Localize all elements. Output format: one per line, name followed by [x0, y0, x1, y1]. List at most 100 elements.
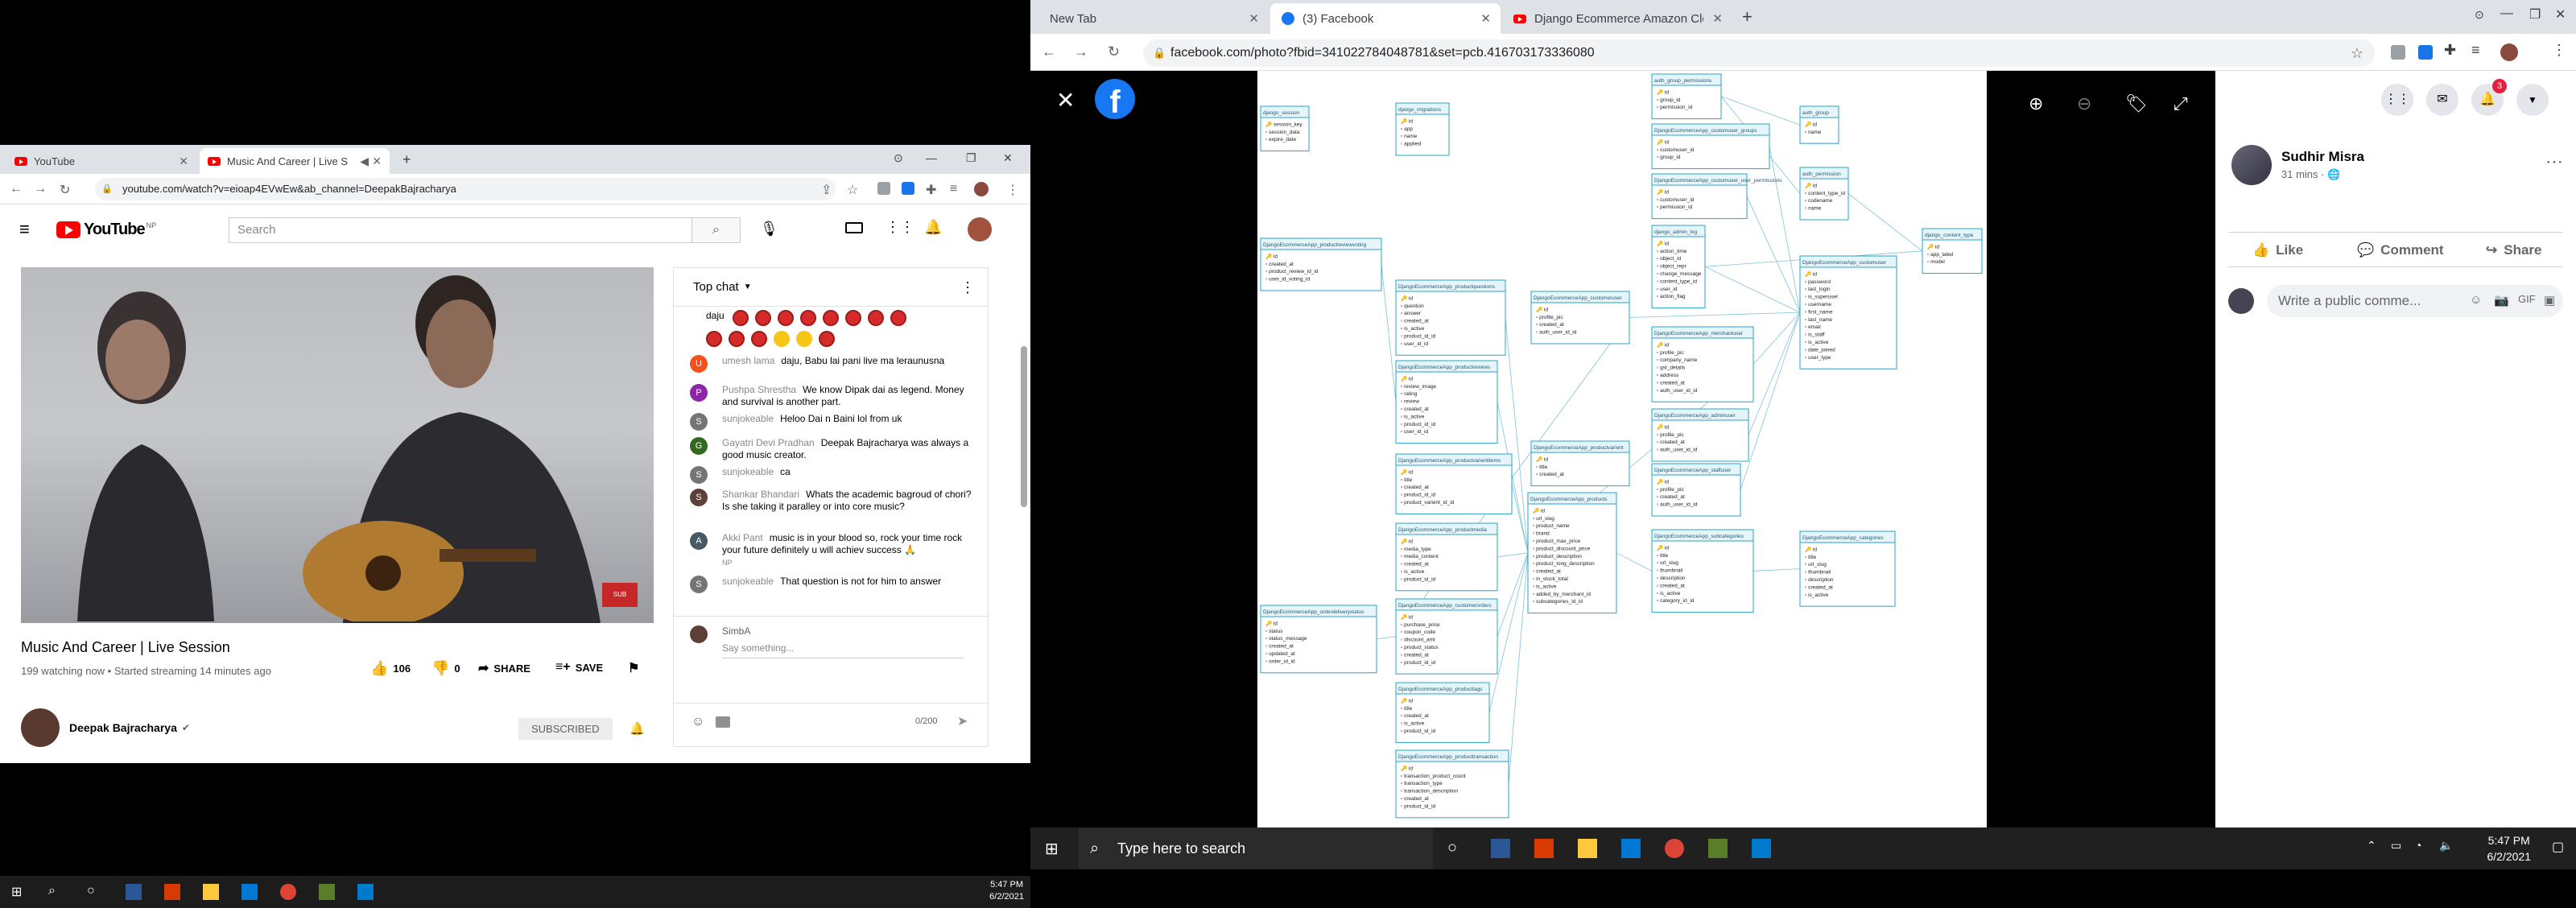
speaker-icon[interactable]: ◀: [360, 155, 369, 168]
url-field[interactable]: 🔒 youtube.com/watch?v=eioap4EVwEw&ab_cha…: [95, 178, 836, 200]
forward-icon[interactable]: →: [1074, 43, 1088, 60]
taskbar-clock[interactable]: 5:47 PM 6/2/2021: [989, 879, 1024, 903]
close-viewer-icon[interactable]: ✕: [1056, 87, 1075, 114]
notifications-bell-icon[interactable]: 🔔 3: [2471, 79, 2507, 116]
emoji-icon[interactable]: ☺: [2470, 293, 2482, 307]
tab-youtube[interactable]: YouTube ✕: [6, 148, 196, 174]
create-video-icon[interactable]: [845, 222, 863, 233]
account-caret-icon[interactable]: ▼: [2516, 84, 2549, 116]
tab-new-tab[interactable]: New Tab ✕: [1038, 3, 1269, 34]
close-tab-icon[interactable]: ✕: [179, 155, 188, 168]
chat-author[interactable]: umesh lama: [722, 355, 774, 366]
share-button[interactable]: ↪ Share: [2486, 242, 2542, 258]
battery-icon[interactable]: ▭: [2391, 839, 2410, 858]
video-player[interactable]: SUB: [21, 267, 654, 623]
chrome-menu-icon[interactable]: ⋮: [2552, 42, 2566, 59]
author-avatar[interactable]: [2231, 145, 2272, 185]
volume-icon[interactable]: 🔈: [2439, 839, 2458, 858]
subscribe-watermark-icon[interactable]: SUB: [602, 583, 638, 607]
tab-django-ecommerce[interactable]: Django Ecommerce Amazon Clo ✕: [1502, 3, 1732, 34]
notification-bell-icon[interactable]: 🔔: [630, 721, 645, 736]
zoom-out-icon[interactable]: ⊖: [2077, 93, 2091, 114]
report-flag-icon[interactable]: ⚑: [628, 660, 639, 676]
fullscreen-icon[interactable]: ⤢: [2174, 93, 2188, 114]
emoji-picker-icon[interactable]: ☺: [691, 715, 704, 729]
profile-avatar-icon[interactable]: [974, 182, 989, 196]
tag-icon[interactable]: 🏷: [2125, 93, 2148, 114]
post-time[interactable]: 31 mins ·: [2281, 168, 2327, 180]
bookmark-star-icon[interactable]: ☆: [2351, 39, 2363, 67]
file-explorer-icon[interactable]: [1578, 839, 1597, 858]
close-tab-icon[interactable]: ✕: [372, 155, 382, 168]
chat-author[interactable]: sunjokeable: [722, 576, 774, 587]
chrome-icon[interactable]: [280, 884, 296, 900]
gif-icon[interactable]: GIF: [2518, 293, 2536, 305]
close-tab-icon[interactable]: ✕: [1712, 11, 1723, 26]
chat-author[interactable]: Gayatri Devi Pradhan: [722, 437, 815, 448]
facebook-logo-icon[interactable]: f: [1095, 79, 1135, 120]
app-icon[interactable]: [319, 884, 335, 900]
mail-icon[interactable]: [1621, 839, 1641, 858]
chat-author[interactable]: sunjokeable: [722, 413, 774, 424]
zoom-in-icon[interactable]: ⊕: [2029, 93, 2043, 114]
dislike-button[interactable]: 👎 0: [431, 660, 460, 677]
office-icon[interactable]: [1534, 839, 1554, 858]
close-tab-icon[interactable]: ✕: [1480, 11, 1491, 26]
mail-icon[interactable]: [242, 884, 258, 900]
menu-grid-icon[interactable]: ⋮⋮: [2381, 84, 2413, 116]
send-icon[interactable]: ➤: [957, 713, 968, 729]
subscribed-button[interactable]: SUBSCRIBED: [518, 718, 613, 740]
share-button[interactable]: ➦ SHARE: [478, 660, 530, 676]
notifications-bell-icon[interactable]: 🔔: [924, 219, 942, 236]
taskbar-search-input[interactable]: ⌕ Type here to search: [1079, 828, 1433, 869]
like-button[interactable]: 👍 106: [370, 660, 411, 677]
close-window-icon[interactable]: ✕: [1003, 151, 1013, 165]
hamburger-menu-icon[interactable]: ≡: [19, 219, 30, 240]
minimize-icon[interactable]: —: [2500, 6, 2513, 21]
vscode-icon[interactable]: [357, 884, 374, 900]
search-button[interactable]: ⌕: [692, 217, 741, 243]
bookmark-star-icon[interactable]: ☆: [847, 182, 858, 198]
chat-more-icon[interactable]: ⋮: [960, 268, 975, 307]
extension-icon[interactable]: [2418, 45, 2433, 60]
microphone-icon[interactable]: 🎙: [760, 221, 778, 237]
extension-icon[interactable]: [2391, 45, 2405, 60]
profile-avatar-icon[interactable]: [2500, 43, 2518, 61]
maximize-icon[interactable]: ❐: [2529, 6, 2541, 23]
forward-icon[interactable]: →: [34, 182, 47, 196]
taskbar-clock[interactable]: 5:47 PM 6/2/2021: [2487, 832, 2532, 865]
author-name[interactable]: Sudhir Misra: [2281, 149, 2364, 165]
tab-search-icon[interactable]: ⊙: [894, 151, 903, 165]
tab-search-icon[interactable]: ⊙: [2475, 8, 2484, 22]
extension-icon[interactable]: [877, 182, 890, 195]
network-icon[interactable]: ◔: [2415, 839, 2434, 858]
windows-start-icon[interactable]: ⊞: [11, 884, 27, 900]
back-icon[interactable]: ←: [1042, 43, 1056, 60]
back-icon[interactable]: ←: [10, 182, 23, 196]
chrome-icon[interactable]: [1665, 839, 1684, 858]
app-icon[interactable]: [126, 884, 142, 900]
chat-author[interactable]: Pushpa Shrestha: [722, 384, 796, 395]
tab-live-session[interactable]: Music And Career | Live Sess ◀ ✕: [200, 148, 390, 174]
vscode-icon[interactable]: [1752, 839, 1771, 858]
reload-icon[interactable]: ↻: [60, 182, 70, 198]
extensions-puzzle-icon[interactable]: ✚: [926, 182, 936, 198]
new-tab-icon[interactable]: +: [402, 151, 411, 168]
windows-start-icon[interactable]: ⊞: [1045, 839, 1064, 858]
comment-button[interactable]: 💬 Comment: [2357, 242, 2444, 258]
chat-author[interactable]: sunjokeable: [722, 466, 774, 477]
camera-icon[interactable]: 📷: [2494, 293, 2509, 307]
chat-author[interactable]: Shankar Bhandari: [722, 489, 799, 500]
reading-list-icon[interactable]: ≡: [950, 182, 957, 196]
dropdown-caret-icon[interactable]: ▼: [744, 268, 752, 307]
channel-avatar[interactable]: [21, 708, 60, 747]
apps-grid-icon[interactable]: ⋮⋮: [886, 219, 914, 236]
maximize-icon[interactable]: ❐: [966, 151, 976, 165]
account-avatar[interactable]: [968, 217, 992, 241]
app-icon[interactable]: [1708, 839, 1728, 858]
sticker-icon[interactable]: ▣: [2544, 293, 2555, 307]
new-tab-icon[interactable]: +: [1742, 6, 1752, 27]
reading-list-icon[interactable]: ≡: [2471, 42, 2480, 59]
like-button[interactable]: 👍 Like: [2252, 242, 2303, 258]
task-view-icon[interactable]: ○: [1447, 839, 1467, 858]
